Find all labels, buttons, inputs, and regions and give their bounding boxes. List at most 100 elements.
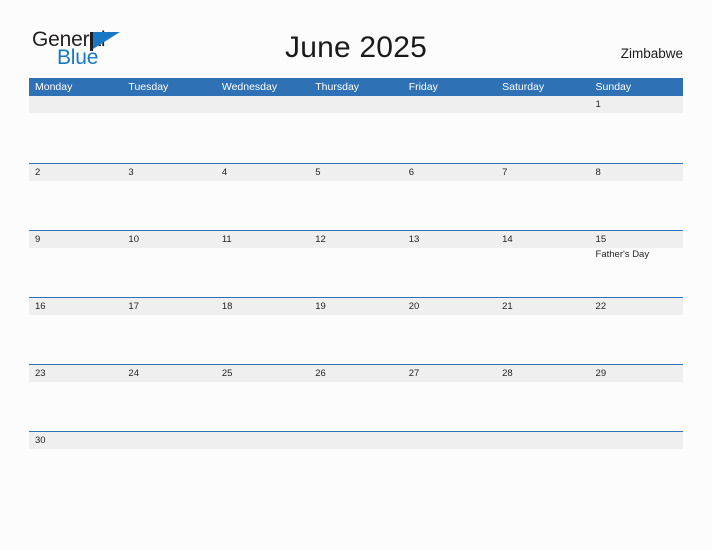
day-cell[interactable]: 11 (215, 231, 310, 297)
dow-wednesday: Wednesday (221, 81, 278, 93)
day-cell[interactable]: 20 (402, 298, 497, 364)
day-band (29, 164, 123, 181)
day-band (215, 164, 310, 181)
day-cell[interactable]: 16 (29, 298, 123, 364)
day-cell[interactable]: 5 (309, 164, 403, 230)
week-row: 23 24 25 26 27 28 29 (29, 364, 683, 431)
day-cell[interactable]: 25 (215, 365, 310, 431)
day-band (309, 432, 403, 449)
day-number: 4 (221, 167, 228, 178)
day-number: 30 (35, 435, 46, 446)
day-cell[interactable]: 8 (589, 164, 683, 230)
day-number: 24 (128, 368, 139, 379)
day-number: 20 (408, 301, 420, 312)
day-cell[interactable]: 7 (496, 164, 590, 230)
day-cell[interactable]: 2 (29, 164, 123, 230)
dow-sunday: Sunday (595, 81, 632, 93)
day-cell[interactable]: 26 (309, 365, 403, 431)
day-cell[interactable] (215, 96, 310, 163)
day-cell[interactable]: 21 (496, 298, 590, 364)
page-header: General Blue June 2025 Zimbabwe (0, 0, 712, 76)
day-number: 23 (35, 368, 46, 379)
day-cell[interactable] (122, 432, 216, 453)
dow-thursday: Thursday (315, 81, 360, 93)
day-cell[interactable]: 24 (122, 365, 216, 431)
day-cell[interactable]: 3 (122, 164, 216, 230)
day-cell[interactable]: 27 (402, 365, 497, 431)
day-event: Father's Day (595, 249, 650, 260)
calendar-grid: Monday Tuesday Wednesday Thursday Friday… (29, 78, 683, 453)
day-band (309, 96, 403, 113)
day-cell[interactable]: 28 (496, 365, 590, 431)
day-number: 28 (502, 368, 513, 379)
day-cell[interactable] (496, 432, 590, 453)
day-cell[interactable]: 15 Father's Day (589, 231, 683, 297)
day-number: 7 (502, 167, 508, 178)
day-band (496, 164, 590, 181)
day-number: 3 (128, 167, 134, 178)
day-number: 21 (502, 301, 513, 312)
day-cell[interactable] (122, 96, 216, 163)
day-number: 16 (35, 301, 46, 312)
day-band (402, 164, 497, 181)
dow-saturday: Saturday (502, 81, 545, 93)
day-cell[interactable] (309, 432, 403, 453)
day-band (29, 231, 123, 248)
day-cell[interactable]: 23 (29, 365, 123, 431)
day-cell[interactable]: 6 (402, 164, 497, 230)
day-cell[interactable] (309, 96, 403, 163)
day-band (402, 96, 497, 113)
day-number: 13 (408, 234, 420, 245)
day-number: 15 (595, 234, 607, 245)
day-cell[interactable]: 22 (589, 298, 683, 364)
day-band (496, 432, 590, 449)
day-number: 22 (595, 301, 607, 312)
day-number: 25 (221, 368, 233, 379)
day-cell[interactable] (496, 96, 590, 163)
day-cell[interactable]: 9 (29, 231, 123, 297)
day-of-week-header: Monday Tuesday Wednesday Thursday Friday… (29, 78, 683, 96)
day-cell[interactable]: 13 (402, 231, 497, 297)
day-cell[interactable]: 18 (215, 298, 310, 364)
day-cell[interactable]: 17 (122, 298, 216, 364)
day-band (402, 432, 497, 449)
day-number: 26 (315, 368, 326, 379)
week-row: 9 10 11 12 13 14 15 Father's Day (29, 230, 683, 297)
day-cell[interactable]: 14 (496, 231, 590, 297)
day-number: 5 (315, 167, 321, 178)
day-cell[interactable] (29, 96, 123, 163)
day-number: 6 (408, 167, 414, 178)
day-cell[interactable]: 12 (309, 231, 403, 297)
day-number: 9 (35, 234, 41, 245)
day-number: 29 (595, 368, 607, 379)
week-row: 16 17 18 19 20 21 22 (29, 297, 683, 364)
day-band (589, 432, 683, 449)
day-cell[interactable] (402, 432, 497, 453)
day-cell[interactable]: 29 (589, 365, 683, 431)
calendar-page: General Blue June 2025 Zimbabwe Monday T… (0, 0, 712, 550)
page-title: June 2025 (285, 31, 427, 64)
day-band (309, 164, 403, 181)
day-band (215, 96, 310, 113)
day-cell[interactable]: 30 (29, 432, 123, 453)
day-number: 10 (128, 234, 139, 245)
day-cell[interactable] (215, 432, 310, 453)
dow-tuesday: Tuesday (128, 81, 169, 93)
day-band (589, 96, 683, 113)
region-label: Zimbabwe (620, 46, 683, 61)
day-number: 18 (221, 301, 233, 312)
day-cell[interactable] (589, 432, 683, 453)
day-cell[interactable]: 4 (215, 164, 310, 230)
day-cell[interactable] (402, 96, 497, 163)
day-band (122, 96, 216, 113)
day-number: 12 (315, 234, 326, 245)
day-cell[interactable]: 1 (589, 96, 683, 163)
day-band (122, 164, 216, 181)
day-cell[interactable]: 10 (122, 231, 216, 297)
day-band (122, 432, 216, 449)
day-number: 19 (315, 301, 326, 312)
day-cell[interactable]: 19 (309, 298, 403, 364)
day-number: 27 (408, 368, 420, 379)
week-row: 30 (29, 431, 683, 453)
day-number: 1 (595, 99, 601, 110)
